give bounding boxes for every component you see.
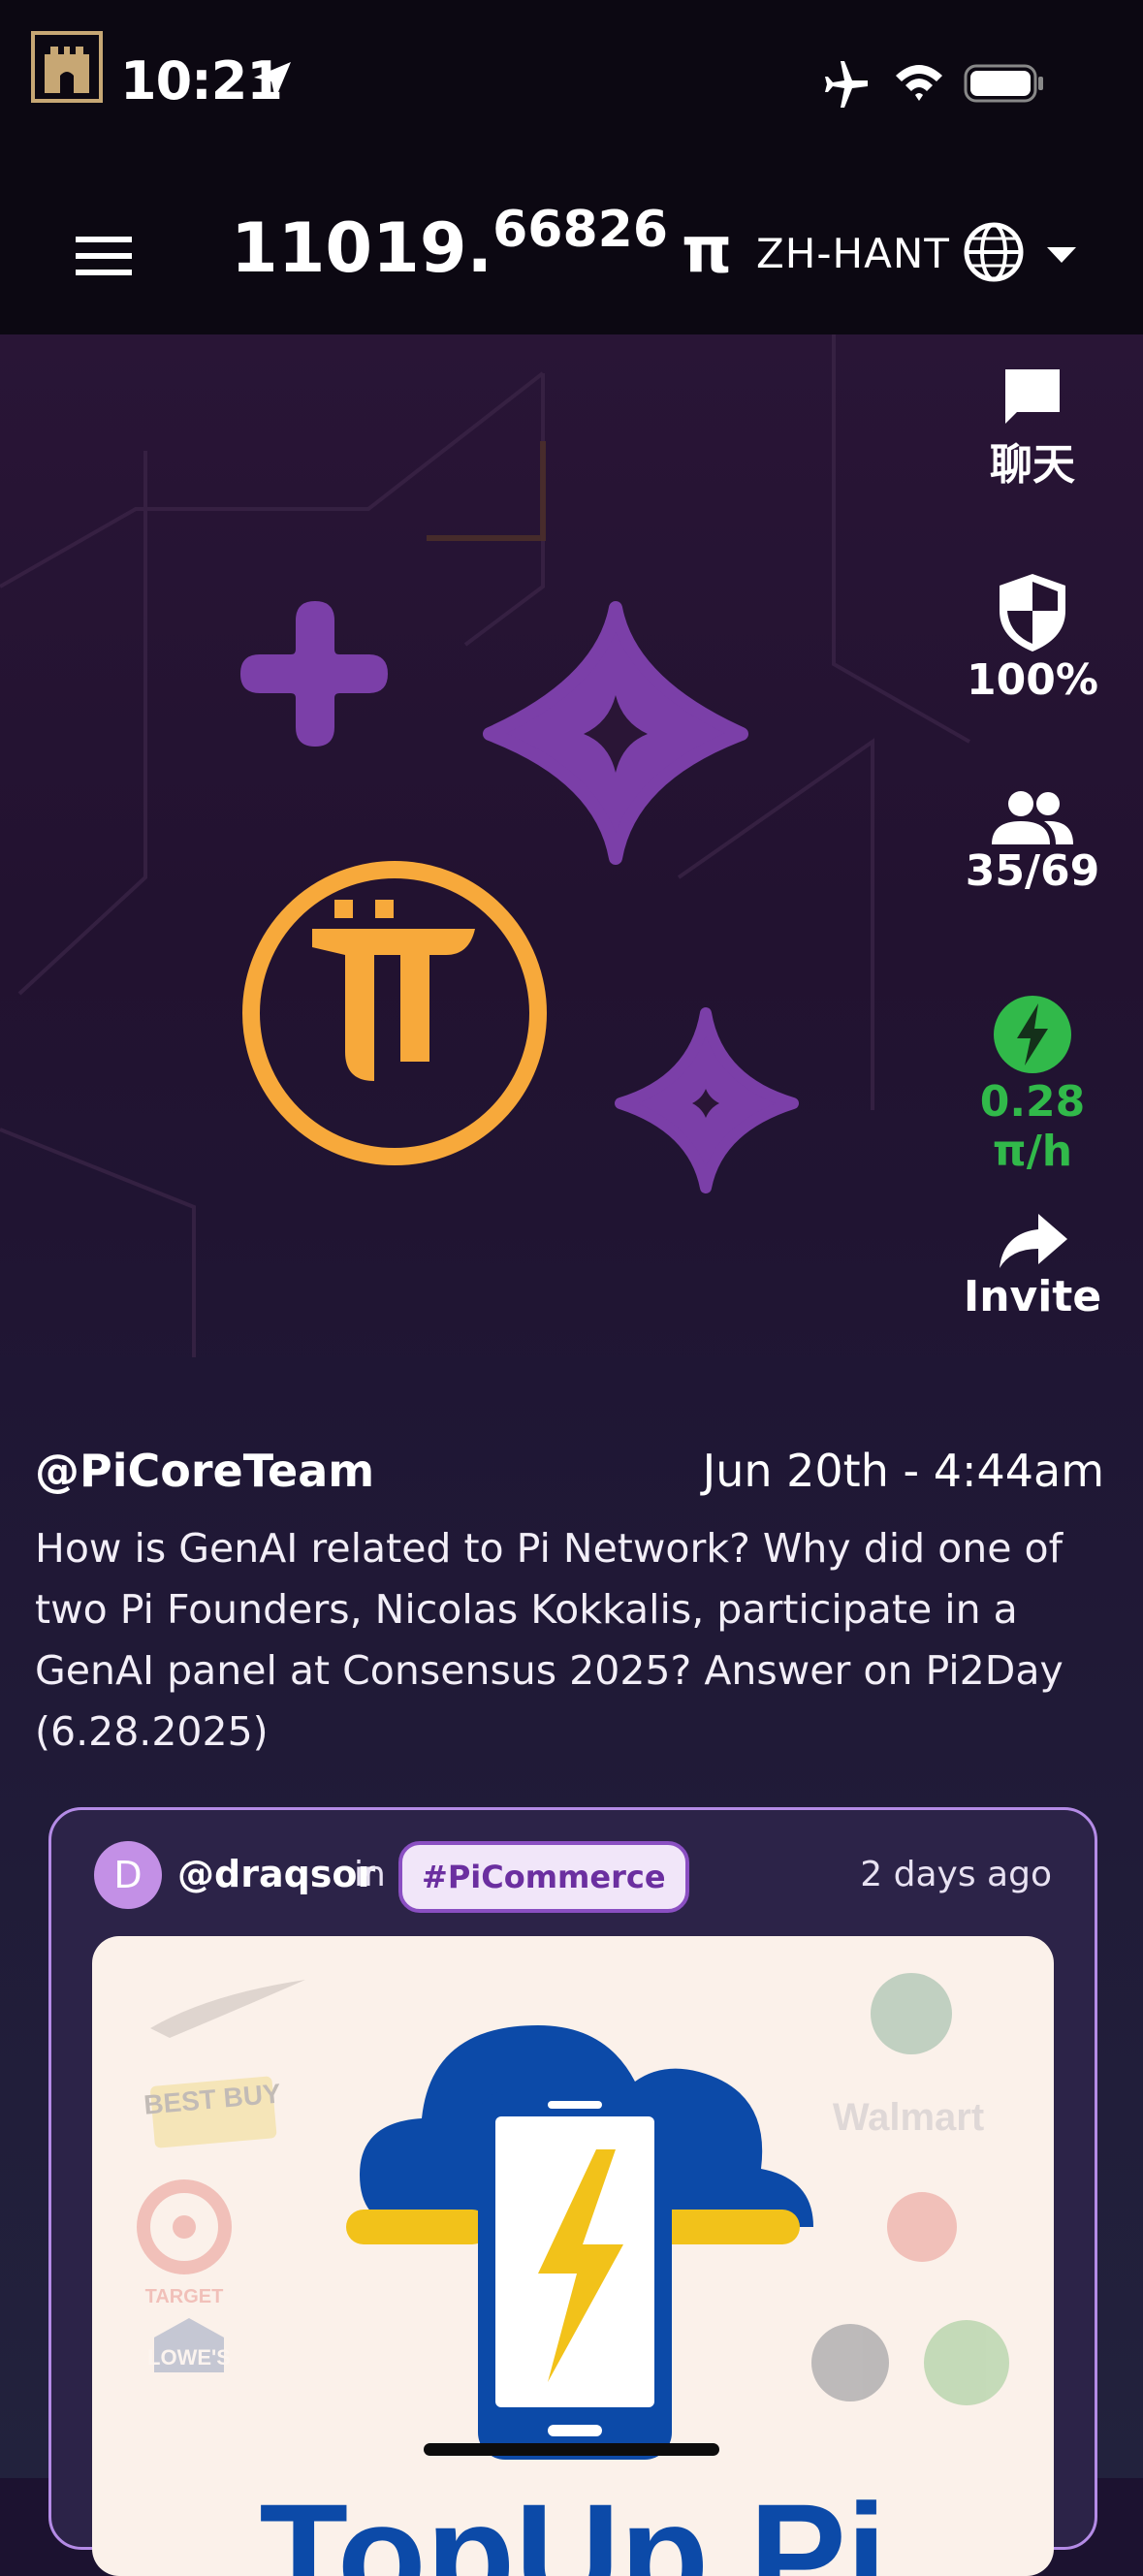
team-label: 35/69	[965, 846, 1100, 896]
card-username[interactable]: @draqsor	[177, 1853, 375, 1895]
mining-hero: 聊天 100% 35/69 0.28 π/h Invite	[0, 334, 1143, 1420]
shield-icon	[1000, 574, 1065, 652]
security-label: 100%	[967, 655, 1098, 705]
commerce-post-card[interactable]: D @draqsor in #PiCommerce 2 days ago BES…	[48, 1807, 1097, 2576]
security-button[interactable]: 100%	[940, 572, 1125, 705]
post-author[interactable]: @PiCoreTeam	[35, 1445, 374, 1497]
share-arrow-icon	[1000, 1214, 1067, 1268]
language-label[interactable]: ZH-HANT	[756, 230, 950, 277]
balance-unit: π	[682, 212, 733, 287]
team-button[interactable]: 35/69	[940, 790, 1125, 896]
card-in-text: in	[354, 1855, 386, 1894]
invite-button[interactable]: Invite	[940, 1212, 1125, 1321]
vodafone-logo-icon	[887, 2192, 957, 2262]
topup-pi-image[interactable]: BEST BUY Walmart TARGET LOWE'S TopUp Pi	[92, 1936, 1054, 2576]
status-bar: 10:21	[0, 0, 1143, 170]
globe-icon[interactable]	[962, 220, 1026, 284]
top-bar: 11019.66826 π ZH-HANT	[0, 170, 1143, 334]
mining-rate-label: 0.28 π/h	[979, 1077, 1086, 1176]
mining-rate-button[interactable]: 0.28 π/h	[940, 994, 1125, 1176]
pi-coin-logo	[242, 861, 547, 1165]
location-arrow-icon	[254, 62, 291, 99]
starbucks-logo-icon	[871, 1973, 952, 2054]
plus-sparkle-icon	[240, 601, 388, 747]
battery-icon	[964, 64, 1043, 103]
invite-label: Invite	[963, 1272, 1102, 1321]
card-timestamp: 2 days ago	[860, 1855, 1052, 1894]
hamburger-menu-icon[interactable]	[76, 235, 132, 277]
home-indicator[interactable]	[424, 2443, 719, 2456]
wifi-icon	[896, 65, 942, 101]
walmart-logo: Walmart	[833, 2096, 984, 2139]
avatar[interactable]: D	[94, 1841, 162, 1909]
topup-pi-illustration: BEST BUY Walmart TARGET LOWE'S TopUp Pi	[137, 1973, 1009, 2576]
target-logo: TARGET	[145, 2286, 224, 2307]
lowes-logo: LOWE'S	[147, 2345, 231, 2369]
xbox-logo-icon	[924, 2320, 1009, 2405]
topup-pi-title: TopUp Pi	[259, 2473, 886, 2576]
picommerce-tag[interactable]: #PiCommerce	[398, 1841, 689, 1913]
chat-button[interactable]: 聊天	[940, 367, 1125, 492]
pi-balance[interactable]: 11019.66826 π	[231, 201, 733, 288]
balance-integer: 11019.	[231, 208, 493, 288]
post-timestamp: Jun 20th - 4:44am	[702, 1445, 1104, 1497]
team-people-icon	[992, 791, 1073, 844]
castle-icon	[31, 31, 103, 103]
chat-label: 聊天	[990, 440, 1075, 490]
swoosh-logo-icon	[150, 1980, 305, 2038]
steam-logo-icon	[811, 2324, 889, 2401]
airplane-icon	[825, 61, 868, 108]
post-body: How is GenAI related to Pi Network? Why …	[35, 1525, 1064, 1755]
balance-decimal: 66826	[492, 201, 669, 259]
chat-bubble-icon	[1005, 369, 1060, 424]
chevron-down-icon[interactable]	[1045, 243, 1078, 265]
lightning-bolt-icon	[994, 996, 1071, 1073]
